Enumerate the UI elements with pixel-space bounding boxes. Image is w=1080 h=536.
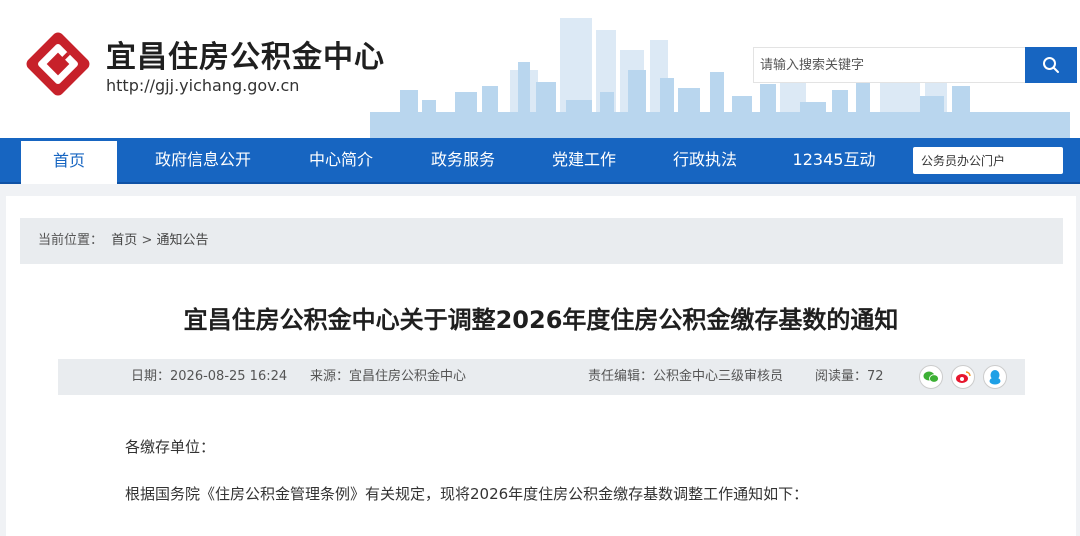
- site-url: http://gjj.yichang.gov.cn: [106, 76, 300, 95]
- wechat-share-button[interactable]: [919, 365, 943, 389]
- search-icon: [1043, 57, 1059, 73]
- qq-share-icon: [989, 370, 1001, 385]
- yichang-hpf-logo-icon: [26, 32, 90, 96]
- nav-item-gov-info[interactable]: 政府信息公开: [140, 138, 266, 184]
- article-date: 日期：2026-08-25 16:24: [131, 369, 288, 384]
- nav-item-services[interactable]: 政务服务: [414, 138, 512, 184]
- site-name: 宜昌住房公积金中心: [106, 40, 385, 75]
- article-reads: 阅读量：72: [815, 369, 884, 384]
- breadcrumb: 当前位置： 首页 > 通知公告: [20, 218, 1063, 264]
- breadcrumb-prefix: 当前位置：: [38, 233, 104, 248]
- article-meta: 日期：2026-08-25 16:24 来源：宜昌住房公积金中心 责任编辑：公积…: [58, 359, 1025, 395]
- search-button[interactable]: [1025, 47, 1077, 83]
- search-input[interactable]: [753, 47, 1025, 83]
- article-paragraph: 根据国务院《住房公积金管理条例》有关规定，现将2026年度住房公积金缴存基数调整…: [125, 485, 809, 503]
- article-editor: 责任编辑：公积金中心三级审核员: [588, 369, 784, 384]
- main-nav: 首页 政府信息公开 中心简介 政务服务 党建工作 行政执法 12345互动: [0, 138, 1080, 184]
- breadcrumb-current[interactable]: 通知公告: [156, 233, 208, 248]
- portal-input[interactable]: [913, 147, 1063, 174]
- weibo-share-icon: [956, 371, 971, 383]
- article-title: 宜昌住房公积金中心关于调整2026年度住房公积金缴存基数的通知: [183, 306, 899, 334]
- nav-item-party[interactable]: 党建工作: [535, 138, 633, 184]
- nav-item-about[interactable]: 中心简介: [292, 138, 390, 184]
- breadcrumb-home[interactable]: 首页: [111, 233, 137, 248]
- article-paragraph: 各缴存单位：: [125, 438, 216, 456]
- nav-item-home[interactable]: 首页: [21, 141, 117, 184]
- nav-item-12345[interactable]: 12345互动: [778, 138, 890, 184]
- qq-share-button[interactable]: [983, 365, 1007, 389]
- search-box: [753, 47, 1077, 83]
- nav-item-law[interactable]: 行政执法: [656, 138, 754, 184]
- content-panel: 当前位置： 首页 > 通知公告 宜昌住房公积金中心关于调整2026年度住房公积金…: [6, 196, 1076, 536]
- weibo-share-button[interactable]: [951, 365, 975, 389]
- article-source: 来源：宜昌住房公积金中心: [310, 369, 467, 384]
- site-header: 宜昌住房公积金中心 http://gjj.yichang.gov.cn: [0, 0, 1080, 138]
- breadcrumb-separator: >: [141, 233, 153, 248]
- wechat-share-icon: [923, 371, 939, 383]
